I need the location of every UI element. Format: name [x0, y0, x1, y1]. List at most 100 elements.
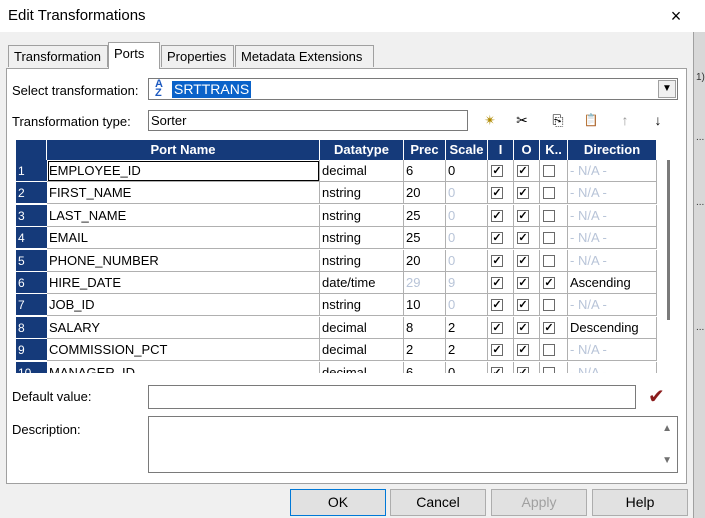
k-checkbox[interactable] — [543, 254, 555, 267]
column-header-scale[interactable]: Scale — [446, 140, 488, 160]
close-icon[interactable]: × — [662, 2, 690, 30]
chevron-down-icon[interactable]: ▼ — [658, 80, 676, 98]
tab-ports[interactable]: Ports — [108, 42, 160, 69]
cell-prec[interactable]: 6 — [404, 160, 446, 182]
k-checkbox[interactable]: ✓ — [543, 277, 555, 289]
row-number[interactable]: 2 — [16, 182, 47, 205]
table-row[interactable]: 5 PHONE_NUMBER nstring 20 0 ✓ ✓ - N/A - — [16, 249, 657, 273]
k-checkbox[interactable] — [543, 165, 555, 177]
cell-scale[interactable]: 0 — [446, 160, 488, 182]
cell-datatype[interactable]: date/time — [320, 272, 404, 294]
table-row[interactable]: 1 EMPLOYEE_ID decimal 6 0 ✓ ✓ - N/A - — [16, 160, 657, 183]
i-checkbox[interactable]: ✓ — [491, 366, 503, 373]
o-checkbox[interactable]: ✓ — [517, 277, 529, 289]
row-number[interactable]: 7 — [16, 294, 47, 317]
cell-prec[interactable]: 10 — [404, 294, 446, 317]
cell-direction[interactable]: - N/A - — [568, 361, 657, 373]
k-checkbox[interactable]: ✓ — [543, 321, 555, 334]
scroll-up-icon[interactable]: ▲ — [662, 423, 672, 434]
table-row[interactable]: 3 LAST_NAME nstring 25 0 ✓ ✓ - N/A - — [16, 204, 657, 228]
cell-name[interactable]: PHONE_NUMBER — [47, 249, 320, 272]
k-checkbox[interactable] — [543, 299, 555, 312]
help-button[interactable]: Help — [592, 489, 688, 516]
cell-datatype[interactable]: nstring — [320, 249, 404, 272]
table-row[interactable]: 8 SALARY decimal 8 2 ✓ ✓ ✓ Descending — [16, 316, 657, 340]
row-number[interactable]: 6 — [16, 272, 47, 294]
default-value-field[interactable] — [148, 385, 636, 409]
k-checkbox[interactable] — [543, 366, 555, 373]
cell-direction[interactable]: Descending — [568, 316, 657, 339]
cell-name[interactable]: COMMISSION_PCT — [47, 339, 320, 362]
ok-button[interactable]: OK — [290, 489, 386, 516]
column-header-output[interactable]: O — [514, 140, 540, 160]
new-port-icon[interactable]: ✴ — [480, 110, 500, 130]
cell-scale[interactable]: 2 — [446, 339, 488, 362]
apply-button[interactable]: Apply — [491, 489, 587, 516]
column-header-port-name[interactable]: Port Name — [47, 140, 320, 160]
i-checkbox[interactable]: ✓ — [491, 344, 503, 357]
cell-prec[interactable]: 25 — [404, 227, 446, 250]
paste-icon[interactable]: 📋 — [581, 110, 601, 130]
cell-prec[interactable]: 20 — [404, 249, 446, 272]
move-down-icon[interactable]: ↓ — [648, 110, 668, 130]
row-number[interactable]: 9 — [16, 339, 47, 362]
cell-datatype[interactable]: decimal — [320, 160, 404, 182]
i-checkbox[interactable]: ✓ — [491, 277, 503, 289]
i-checkbox[interactable]: ✓ — [491, 321, 503, 334]
o-checkbox[interactable]: ✓ — [517, 321, 529, 334]
o-checkbox[interactable]: ✓ — [517, 299, 529, 312]
k-checkbox[interactable] — [543, 344, 555, 357]
row-number[interactable]: 3 — [16, 204, 47, 227]
cell-direction[interactable]: - N/A - — [568, 249, 657, 272]
grid-scrollbar-thumb[interactable] — [667, 160, 670, 320]
cell-datatype[interactable]: decimal — [320, 361, 404, 373]
cell-direction[interactable]: - N/A - — [568, 160, 657, 182]
table-row[interactable]: 9 COMMISSION_PCT decimal 2 2 ✓ ✓ - N/A - — [16, 339, 657, 362]
cell-datatype[interactable]: decimal — [320, 316, 404, 339]
column-header-key[interactable]: K.. — [540, 140, 568, 160]
i-checkbox[interactable]: ✓ — [491, 299, 503, 312]
cell-prec[interactable]: 29 — [404, 272, 446, 294]
cell-scale[interactable]: 2 — [446, 316, 488, 339]
cell-scale[interactable]: 0 — [446, 249, 488, 272]
cell-direction[interactable]: - N/A - — [568, 204, 657, 227]
scroll-down-icon[interactable]: ▼ — [662, 455, 672, 466]
i-checkbox[interactable]: ✓ — [491, 187, 503, 200]
cell-name[interactable]: EMAIL — [47, 227, 320, 250]
column-header-direction[interactable]: Direction — [568, 140, 657, 160]
cell-name[interactable]: SALARY — [47, 316, 320, 339]
cell-prec[interactable]: 6 — [404, 361, 446, 373]
cell-name[interactable]: EMPLOYEE_ID — [47, 160, 320, 182]
o-checkbox[interactable]: ✓ — [517, 254, 529, 267]
cell-scale[interactable]: 9 — [446, 272, 488, 294]
row-number[interactable]: 4 — [16, 227, 47, 250]
cell-direction[interactable]: - N/A - — [568, 294, 657, 317]
cell-datatype[interactable]: decimal — [320, 339, 404, 362]
i-checkbox[interactable]: ✓ — [491, 165, 503, 177]
cell-scale[interactable]: 0 — [446, 294, 488, 317]
table-row[interactable]: 2 FIRST_NAME nstring 20 0 ✓ ✓ - N/A - — [16, 182, 657, 205]
move-up-icon[interactable]: ↑ — [615, 110, 635, 130]
o-checkbox[interactable]: ✓ — [517, 187, 529, 200]
table-row[interactable]: 4 EMAIL nstring 25 0 ✓ ✓ - N/A - — [16, 227, 657, 250]
cell-direction[interactable]: - N/A - — [568, 227, 657, 250]
o-checkbox[interactable]: ✓ — [517, 366, 529, 373]
description-field[interactable]: ▲ ▼ — [148, 416, 678, 473]
i-checkbox[interactable]: ✓ — [491, 209, 503, 222]
cell-prec[interactable]: 8 — [404, 316, 446, 339]
table-row[interactable]: 7 JOB_ID nstring 10 0 ✓ ✓ - N/A - — [16, 294, 657, 317]
table-row[interactable]: 10 MANAGER_ID decimal 6 0 ✓ ✓ - N/A - — [16, 361, 657, 373]
o-checkbox[interactable]: ✓ — [517, 209, 529, 222]
row-number[interactable]: 5 — [16, 249, 47, 272]
o-checkbox[interactable]: ✓ — [517, 165, 529, 177]
column-header-input[interactable]: I — [488, 140, 514, 160]
k-checkbox[interactable] — [543, 209, 555, 222]
cell-direction[interactable]: - N/A - — [568, 182, 657, 205]
column-header-datatype[interactable]: Datatype — [320, 140, 404, 160]
tab-properties[interactable]: Properties — [161, 45, 234, 67]
tab-transformation[interactable]: Transformation — [8, 45, 108, 67]
cell-name[interactable]: JOB_ID — [47, 294, 320, 317]
tab-metadata-extensions[interactable]: Metadata Extensions — [235, 45, 374, 67]
cut-icon[interactable]: ✂ — [512, 110, 532, 130]
row-number[interactable]: 8 — [16, 316, 47, 339]
